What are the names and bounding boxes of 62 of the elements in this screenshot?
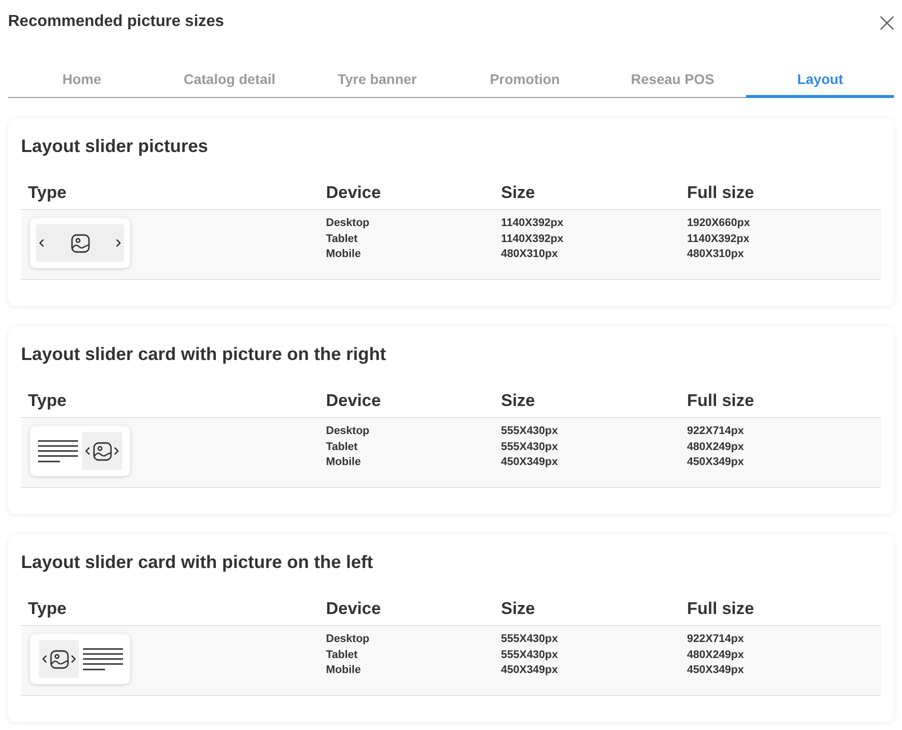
- tab[interactable]: Layout: [746, 61, 894, 98]
- size-value: 555X430px: [501, 424, 558, 439]
- device-label: Tablet: [326, 440, 358, 454]
- device-label: Tablet: [326, 648, 358, 662]
- chevron-left-icon: [42, 655, 47, 663]
- full-size-value: 922X714px: [687, 632, 744, 647]
- full-size-value: 480X249px: [687, 648, 744, 662]
- tab[interactable]: Home: [8, 61, 156, 98]
- chevron-right-icon: [114, 447, 119, 455]
- chevron-right-icon: [116, 239, 121, 247]
- tab[interactable]: Promotion: [451, 61, 599, 98]
- text-lines-icon: [38, 440, 78, 462]
- column-header: Size: [500, 598, 536, 620]
- size-value: 555X430px: [501, 632, 558, 647]
- device-label: Desktop: [326, 424, 370, 439]
- full-size-value: 922X714px: [687, 424, 744, 439]
- full-size-value: 480X249px: [687, 440, 744, 454]
- full-size-value: 1920X660px: [687, 216, 750, 231]
- column-header: Full size: [686, 598, 754, 620]
- size-value: 555X430px: [501, 648, 558, 662]
- full-size-value: 450X349px: [687, 663, 744, 678]
- full-size-value: 1140X392px: [687, 232, 750, 246]
- tab[interactable]: Tyre banner: [303, 61, 452, 98]
- full-size-value: 480X310px: [687, 247, 744, 262]
- section-heading: Layout slider card with picture on the right: [21, 343, 388, 366]
- chevron-right-icon: [71, 655, 76, 663]
- size-value: 1140X392px: [501, 216, 564, 231]
- column-header: Device: [325, 390, 381, 412]
- section-heading: Layout slider card with picture on the left: [21, 551, 374, 574]
- image-icon: [70, 234, 90, 252]
- column-header: Size: [500, 390, 536, 412]
- close-button[interactable]: [880, 16, 894, 30]
- full-size-value: 450X349px: [687, 455, 744, 470]
- image-icon: [50, 650, 68, 668]
- column-header: Full size: [686, 182, 754, 204]
- device-label: Mobile: [326, 455, 361, 470]
- size-value: 480X310px: [501, 247, 558, 262]
- device-label: Desktop: [326, 632, 370, 647]
- chevron-left-icon: [39, 239, 44, 247]
- column-header: Type: [27, 598, 66, 620]
- column-header: Full size: [686, 390, 754, 412]
- text-lines-icon: [83, 648, 123, 670]
- tab[interactable]: Reseau POS: [598, 61, 746, 98]
- device-label: Mobile: [326, 247, 361, 262]
- size-value: 555X430px: [501, 440, 558, 454]
- size-value: 450X349px: [501, 455, 558, 470]
- size-value: 1140X392px: [501, 232, 564, 246]
- dialog-title: Recommended picture sizes: [8, 12, 224, 32]
- device-label: Tablet: [326, 232, 358, 246]
- column-header: Type: [27, 390, 66, 412]
- close-icon: [880, 16, 894, 30]
- column-header: Size: [500, 182, 536, 204]
- column-header: Device: [325, 598, 381, 620]
- size-value: 450X349px: [501, 663, 558, 678]
- device-label: Desktop: [326, 216, 370, 231]
- device-label: Mobile: [326, 663, 361, 678]
- section-heading: Layout slider pictures: [21, 135, 210, 158]
- column-header: Type: [27, 182, 66, 204]
- chevron-left-icon: [85, 447, 90, 455]
- tab[interactable]: Catalog detail: [156, 61, 304, 98]
- image-icon: [92, 442, 112, 460]
- column-header: Device: [325, 182, 381, 204]
